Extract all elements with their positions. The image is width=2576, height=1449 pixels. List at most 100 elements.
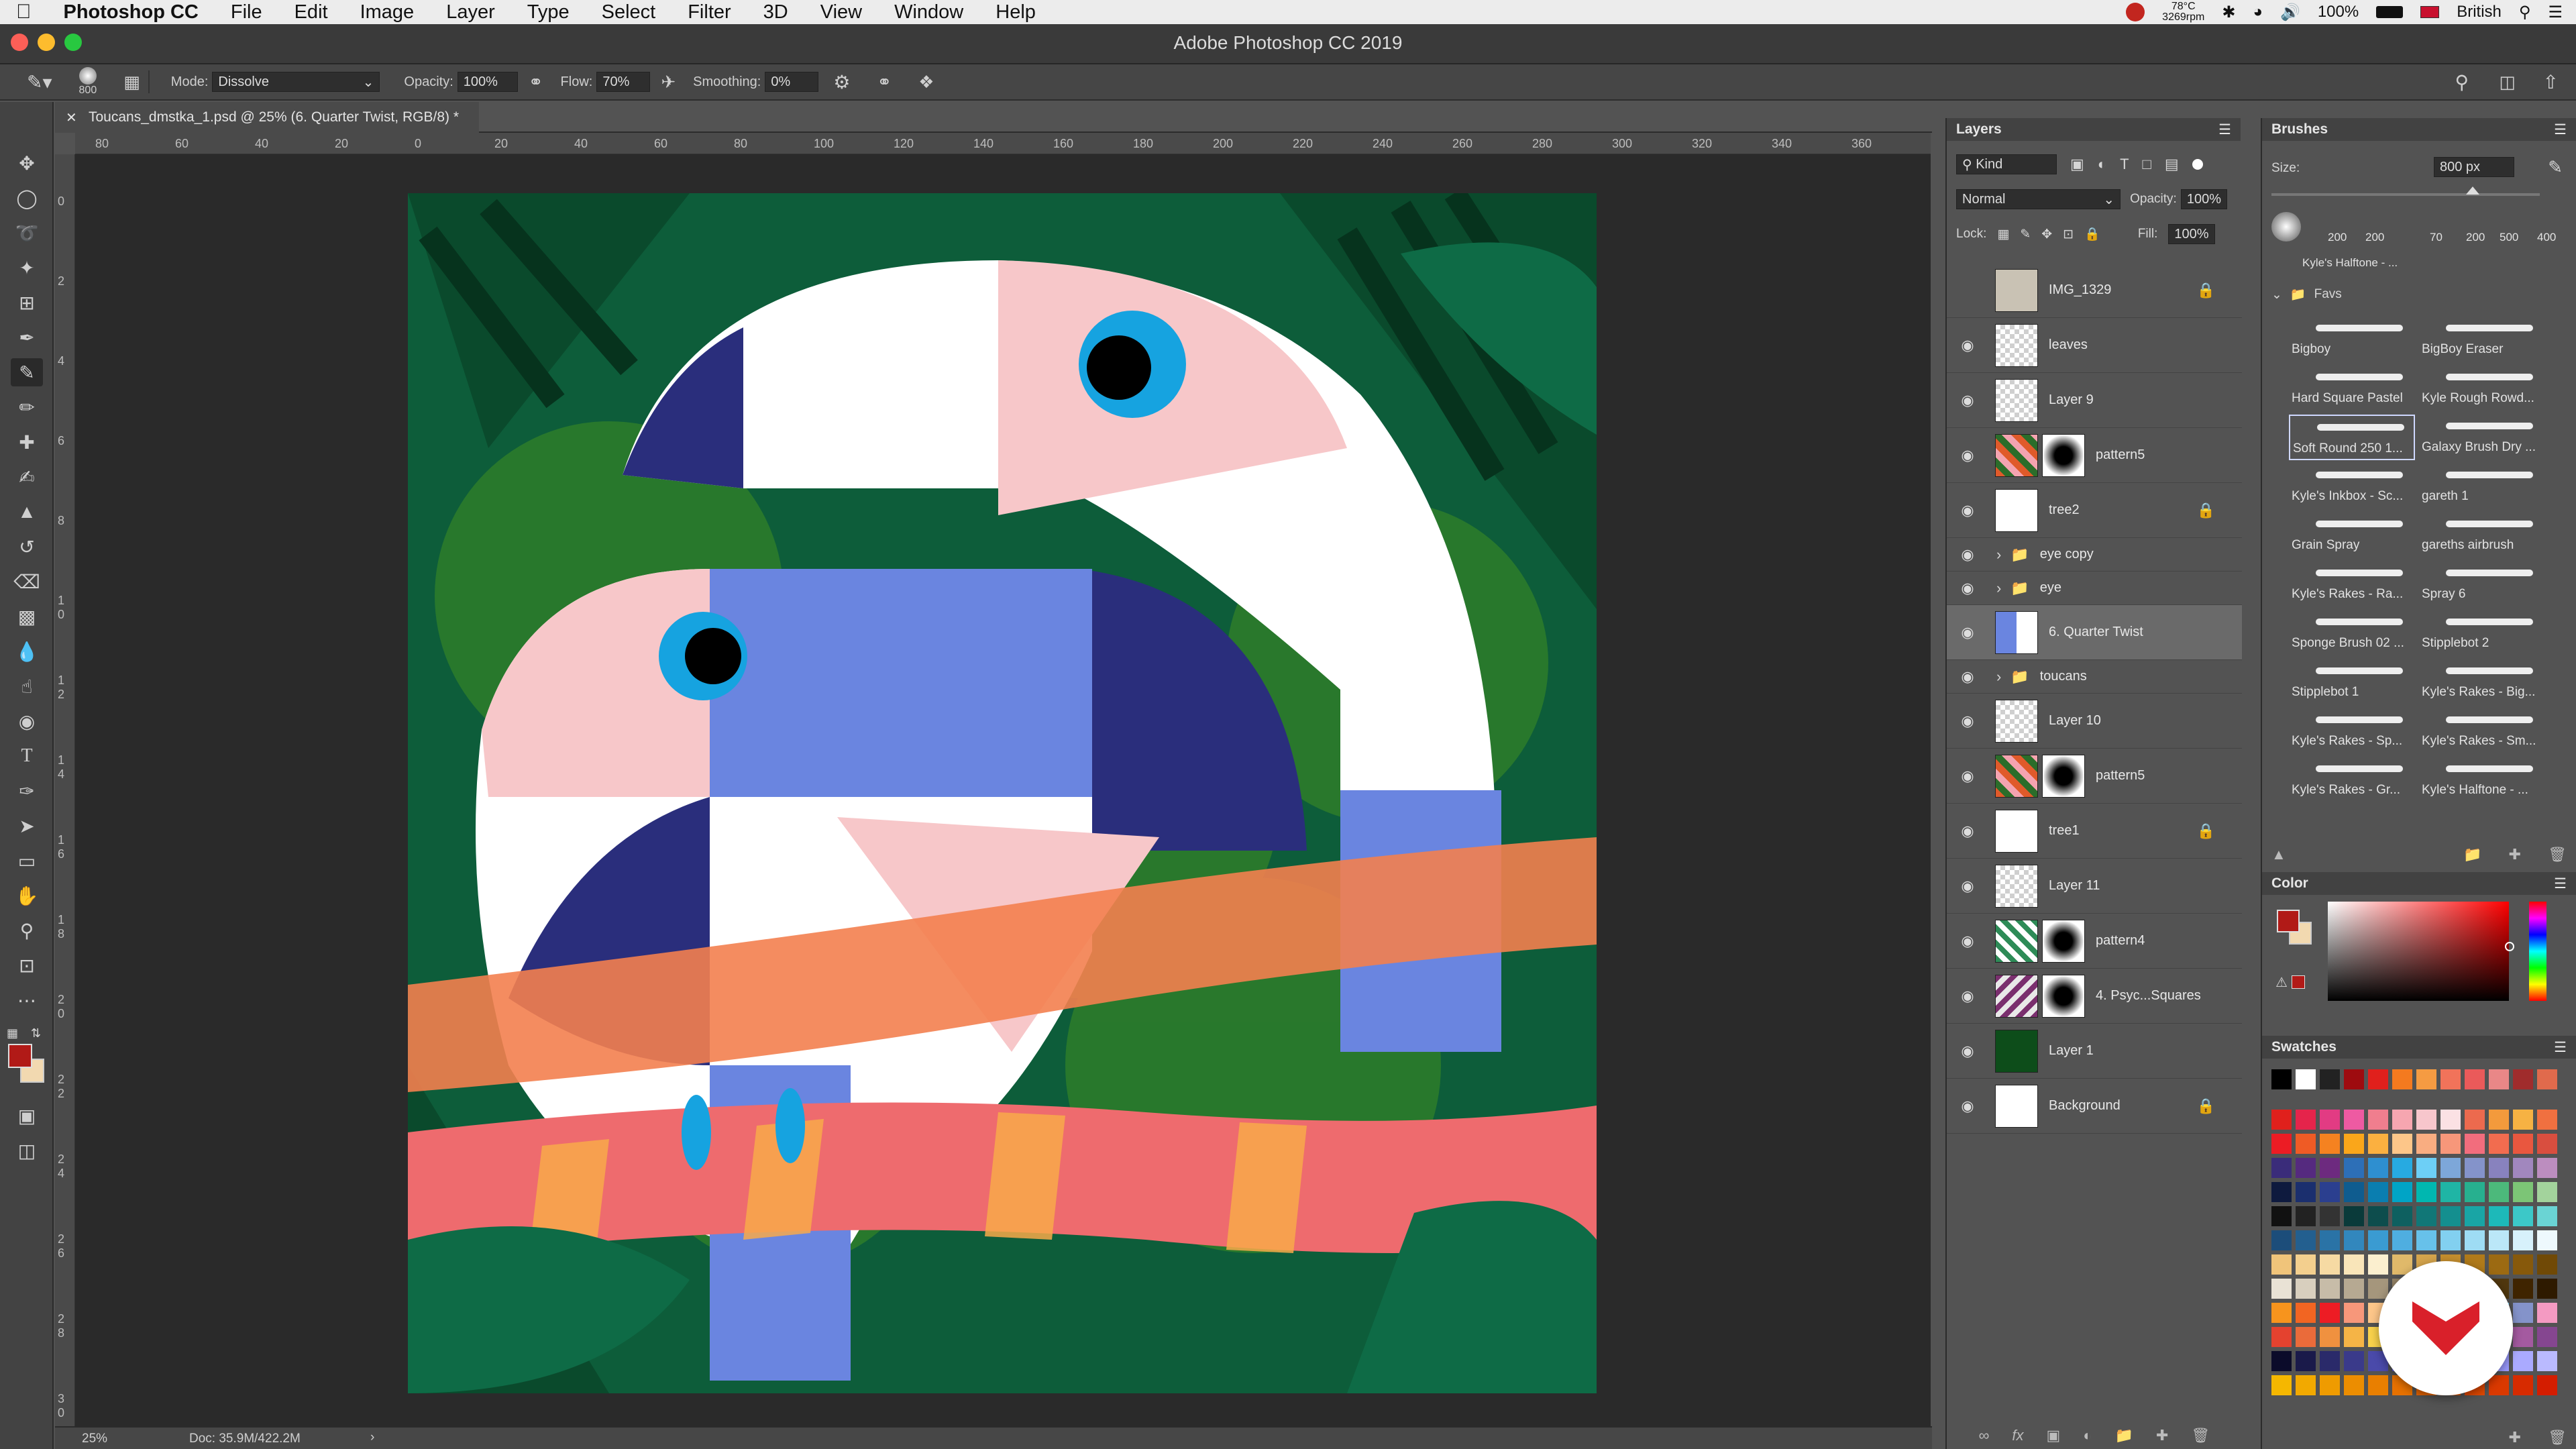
color-swatch[interactable]: [2465, 1069, 2485, 1089]
spotlight-search-icon[interactable]: ⚲: [2519, 3, 2531, 22]
color-swatch[interactable]: [2513, 1206, 2533, 1226]
lock-position-icon[interactable]: ✥: [2041, 227, 2052, 242]
smoothing-field[interactable]: 0%: [765, 72, 819, 92]
color-swatch[interactable]: [2537, 1279, 2557, 1299]
layer-row[interactable]: ◉ 6. Quarter Twist: [1947, 605, 2242, 660]
color-swatch[interactable]: [2344, 1351, 2364, 1371]
panel-menu-icon[interactable]: ☰: [2554, 121, 2567, 138]
color-swatch[interactable]: [2368, 1182, 2388, 1202]
marquee-tool-icon[interactable]: ◯: [11, 184, 43, 212]
color-swatch[interactable]: [2344, 1110, 2364, 1130]
menu-layer[interactable]: Layer: [430, 1, 511, 23]
color-swatch[interactable]: [2537, 1110, 2557, 1130]
color-swatch[interactable]: [2513, 1351, 2533, 1371]
bluetooth-icon[interactable]: ✱: [2222, 3, 2235, 22]
opacity-field[interactable]: 100%: [457, 72, 518, 92]
filter-adjustment-icon[interactable]: ◐: [2098, 156, 2106, 173]
brush-size-field[interactable]: 800 px: [2434, 157, 2514, 177]
wifi-icon[interactable]: ◕: [2253, 3, 2263, 21]
brush-preset[interactable]: Grain Spray: [2289, 513, 2415, 558]
chevron-down-icon[interactable]: ⌄: [2271, 287, 2282, 303]
layer-mask-thumbnail[interactable]: [2042, 919, 2085, 963]
color-swatch[interactable]: [2513, 1110, 2533, 1130]
link-layers-icon[interactable]: ∞: [1979, 1427, 1990, 1444]
layer-row[interactable]: ◉ Background 🔒: [1947, 1079, 2242, 1134]
layer-group-row[interactable]: ◉ › 📁 eye: [1947, 572, 2242, 605]
layer-row[interactable]: ◉ 4. Psyc...Squares: [1947, 969, 2242, 1024]
color-swatch[interactable]: [2344, 1254, 2364, 1275]
zoom-tool-icon[interactable]: ⚲: [11, 916, 43, 945]
color-swatch[interactable]: [2320, 1134, 2340, 1154]
layer-row[interactable]: ◉ pattern5: [1947, 749, 2242, 804]
color-swatch[interactable]: [2416, 1182, 2436, 1202]
recent-brush-size[interactable]: 70: [2430, 231, 2443, 244]
color-swatch[interactable]: [2320, 1069, 2340, 1089]
color-swatch[interactable]: [2537, 1206, 2557, 1226]
out-of-gamut-warning-icon[interactable]: ⚠: [2275, 974, 2288, 991]
layer-row[interactable]: ◉ pattern5: [1947, 428, 2242, 483]
share-icon[interactable]: ⇧: [2543, 71, 2559, 93]
airbrush-icon[interactable]: ✈: [661, 72, 676, 93]
color-swatch[interactable]: [2320, 1327, 2340, 1347]
recent-brush-size[interactable]: 200: [2365, 231, 2384, 244]
layer-row[interactable]: ◉ tree2 🔒: [1947, 483, 2242, 538]
layer-group-row[interactable]: ◉ › 📁 eye copy: [1947, 538, 2242, 572]
color-swatch[interactable]: [2271, 1230, 2292, 1250]
color-swatch[interactable]: [2465, 1206, 2485, 1226]
brush-tool-preset-icon[interactable]: ✎▾: [27, 71, 52, 93]
color-swatch[interactable]: [2344, 1375, 2364, 1395]
color-swatch[interactable]: [2489, 1206, 2509, 1226]
lock-all-icon[interactable]: 🔒: [2084, 226, 2100, 242]
foreground-color-swatch[interactable]: [8, 1044, 32, 1068]
color-swatch[interactable]: [2271, 1182, 2292, 1202]
brush-preset[interactable]: gareth 1: [2419, 464, 2545, 509]
move-tool-icon[interactable]: ✥: [11, 149, 43, 177]
color-swatch[interactable]: [2513, 1230, 2533, 1250]
color-swatch[interactable]: [2320, 1110, 2340, 1130]
layer-row[interactable]: ◉ Layer 1: [1947, 1024, 2242, 1079]
color-swatch[interactable]: [2440, 1158, 2461, 1178]
magic-wand-tool-icon[interactable]: ✦: [11, 254, 43, 282]
color-swatch[interactable]: [2320, 1351, 2340, 1371]
color-swatch[interactable]: [2296, 1375, 2316, 1395]
layer-mask-thumbnail[interactable]: [2042, 974, 2085, 1018]
visibility-eye-icon[interactable]: ◉: [1947, 580, 1988, 597]
visibility-eye-icon[interactable]: ◉: [1947, 546, 1988, 564]
color-swatch[interactable]: [2368, 1134, 2388, 1154]
menu-app-name[interactable]: Photoshop CC: [48, 1, 215, 23]
color-swatch[interactable]: [2416, 1110, 2436, 1130]
color-swatch[interactable]: [2513, 1327, 2533, 1347]
brush-preset[interactable]: Spray 6: [2419, 561, 2545, 607]
color-swatch[interactable]: [2344, 1182, 2364, 1202]
dodge-tool-icon[interactable]: ◉: [11, 707, 43, 735]
color-swatch[interactable]: [2368, 1069, 2388, 1089]
color-swatch[interactable]: [2392, 1110, 2412, 1130]
color-swatch[interactable]: [2344, 1134, 2364, 1154]
filter-type-icon[interactable]: T: [2120, 156, 2129, 173]
artboard-tool-icon[interactable]: ⊡: [11, 951, 43, 979]
color-swatch[interactable]: [2320, 1375, 2340, 1395]
hue-slider[interactable]: [2529, 902, 2546, 1001]
brushes-panel-title[interactable]: Brushes: [2271, 121, 2328, 138]
color-swatch[interactable]: [2440, 1069, 2461, 1089]
color-swatch[interactable]: [2465, 1230, 2485, 1250]
brush-preset[interactable]: Kyle's Rakes - Sm...: [2419, 708, 2545, 754]
creative-cloud-icon[interactable]: [2126, 3, 2145, 21]
lock-image-icon[interactable]: ✎: [2020, 227, 2031, 242]
control-center-icon[interactable]: ☰: [2548, 3, 2563, 22]
saturation-brightness-field[interactable]: [2328, 902, 2514, 1001]
color-swatch[interactable]: [2416, 1134, 2436, 1154]
fill-field[interactable]: 100%: [2168, 224, 2216, 244]
color-swatch[interactable]: [2513, 1303, 2533, 1323]
swatches-panel-title[interactable]: Swatches: [2271, 1039, 2337, 1055]
layer-style-fx-icon[interactable]: fx: [2012, 1427, 2023, 1444]
color-swatch[interactable]: [2368, 1230, 2388, 1250]
lock-artboard-icon[interactable]: ⊡: [2063, 227, 2074, 242]
swap-colors-icon[interactable]: ⇅: [31, 1026, 41, 1040]
brush-preset[interactable]: Sponge Brush 02 ...: [2289, 610, 2415, 656]
mode-select[interactable]: Dissolve ⌄: [212, 72, 380, 92]
menu-filter[interactable]: Filter: [672, 1, 747, 23]
color-swatch[interactable]: [2537, 1327, 2557, 1347]
color-swatch[interactable]: [2513, 1158, 2533, 1178]
new-swatch-icon[interactable]: ✚: [2509, 1429, 2521, 1446]
